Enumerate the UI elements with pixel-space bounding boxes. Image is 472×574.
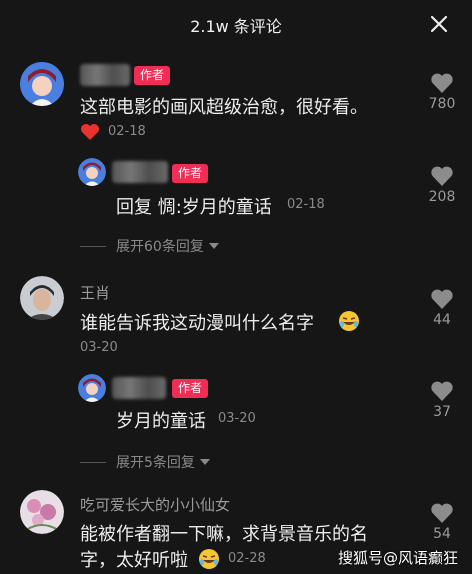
expand-replies-button[interactable]: 展开60条回复 xyxy=(80,236,219,256)
comment-date: 03-20 xyxy=(80,340,118,355)
caret-down-icon xyxy=(199,459,210,465)
reply-avatar[interactable] xyxy=(78,374,106,402)
like-button[interactable]: 44 xyxy=(414,288,470,328)
avatar[interactable] xyxy=(20,276,64,320)
comment-text: 谁能告诉我这动漫叫什么名字 xyxy=(80,313,314,334)
like-count: 780 xyxy=(428,96,456,112)
laughing-emoji-icon xyxy=(199,549,219,569)
like-heart-icon xyxy=(431,166,453,186)
like-button[interactable]: 54 xyxy=(414,502,470,542)
like-heart-icon xyxy=(431,503,453,523)
comment-date: 02-28 xyxy=(228,551,266,566)
like-heart-icon xyxy=(431,381,453,401)
blurred-username[interactable] xyxy=(112,377,166,399)
caret-down-icon xyxy=(208,243,219,249)
author-badge: 作者 xyxy=(172,164,209,183)
avatar[interactable] xyxy=(20,62,64,106)
reply-text: 回复 惆:岁月的童话 xyxy=(116,197,272,218)
like-count: 44 xyxy=(433,312,451,328)
comment-text-line2: 字，太好听啦 xyxy=(80,550,188,571)
like-heart-icon xyxy=(431,289,453,309)
comment-date: 02-18 xyxy=(108,124,146,139)
avatar[interactable] xyxy=(20,490,64,534)
like-count: 208 xyxy=(428,189,456,205)
reply-avatar[interactable] xyxy=(78,158,106,186)
author-badge: 作者 xyxy=(172,379,209,398)
expand-replies-label: 展开5条回复 xyxy=(116,455,195,471)
expand-replies-button[interactable]: 展开5条回复 xyxy=(80,452,210,472)
author-badge: 作者 xyxy=(134,66,171,85)
comments-header: 2.1w 条评论 xyxy=(0,0,472,50)
username[interactable]: 王肖 xyxy=(80,282,110,303)
reply-date: 02-18 xyxy=(287,197,325,212)
expand-replies-label: 展开60条回复 xyxy=(116,239,204,255)
blurred-username[interactable] xyxy=(112,161,168,183)
like-button[interactable]: 208 xyxy=(414,165,470,205)
username[interactable]: 吃可爱长大的小小仙女 xyxy=(80,494,230,515)
comment-count-title: 2.1w 条评论 xyxy=(190,17,282,36)
comment-text-line1: 能被作者翻一下嘛，求背景音乐的名 xyxy=(80,524,368,545)
close-icon[interactable] xyxy=(428,13,450,35)
like-button[interactable]: 37 xyxy=(414,380,470,420)
like-button[interactable]: 780 xyxy=(414,72,470,112)
laughing-emoji-icon xyxy=(339,311,359,331)
like-count: 37 xyxy=(433,404,451,420)
heart-icon xyxy=(81,124,99,140)
reply-date: 03-20 xyxy=(218,411,256,426)
comment-text: 这部电影的画风超级治愈，很好看。 xyxy=(80,97,368,118)
blurred-username[interactable] xyxy=(80,64,130,86)
reply-text: 岁月的童话 xyxy=(116,411,206,432)
watermark: 搜狐号@风语癫狂 xyxy=(337,549,458,567)
like-heart-icon xyxy=(431,73,453,93)
like-count: 54 xyxy=(433,526,451,542)
